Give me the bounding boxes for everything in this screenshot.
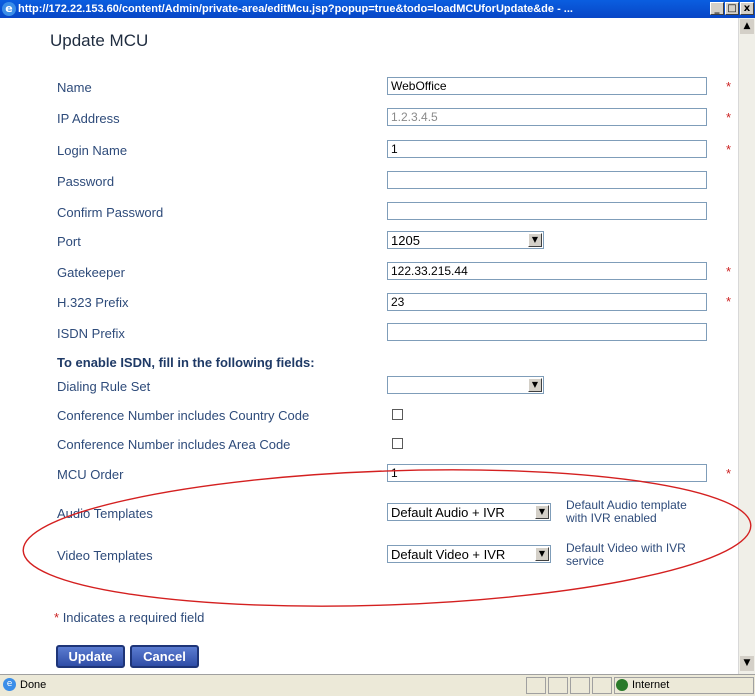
status-text: Done <box>20 679 47 691</box>
chevron-down-icon[interactable]: ▼ <box>528 233 542 247</box>
ip-required-marker: * <box>726 110 732 125</box>
close-button[interactable]: x <box>740 2 754 15</box>
minimize-button[interactable]: _ <box>710 2 724 15</box>
chevron-down-icon[interactable]: ▼ <box>535 547 549 561</box>
password-input[interactable] <box>387 171 707 189</box>
status-pane <box>592 677 612 694</box>
isdn-prefix-input[interactable] <box>387 323 707 341</box>
port-value: 1205 <box>391 233 420 248</box>
ie-icon: e <box>2 2 16 16</box>
scroll-down-icon[interactable]: ▼ <box>740 656 754 671</box>
audio-templates-description: Default Audio template with IVR enabled <box>566 499 687 525</box>
login-name-input[interactable]: 1 <box>387 140 707 158</box>
window-titlebar[interactable]: e http://172.22.153.60/content/Admin/pri… <box>0 0 755 18</box>
security-zone-text: Internet <box>632 679 670 691</box>
dialing-rule-label: Dialing Rule Set <box>57 379 151 394</box>
country-code-label: Conference Number includes Country Code <box>57 408 310 423</box>
isdn-section-heading: To enable ISDN, fill in the following fi… <box>57 355 315 370</box>
port-label: Port <box>57 234 81 249</box>
port-select[interactable]: 1205 ▼ <box>387 231 544 249</box>
gatekeeper-required-marker: * <box>726 264 732 279</box>
gatekeeper-label: Gatekeeper <box>57 265 125 280</box>
h323-prefix-label: H.323 Prefix <box>57 295 129 310</box>
ip-address-label: IP Address <box>57 111 120 126</box>
h323-prefix-input[interactable]: 23 <box>387 293 707 311</box>
audio-templates-label: Audio Templates <box>57 506 153 521</box>
cancel-button[interactable]: Cancel <box>130 645 199 668</box>
scroll-up-icon[interactable]: ▲ <box>740 19 754 34</box>
login-required-marker: * <box>726 142 732 157</box>
password-label: Password <box>57 174 115 189</box>
vertical-scrollbar[interactable]: ▲ ▼ <box>738 18 755 674</box>
required-note-text: Indicates a required field <box>62 610 205 625</box>
status-pane <box>548 677 568 694</box>
name-label: Name <box>57 80 92 95</box>
ip-address-input[interactable]: 1.2.3.4.5 <box>387 108 707 126</box>
window-title: http://172.22.153.60/content/Admin/priva… <box>18 3 573 15</box>
video-templates-value: Default Video + IVR <box>391 547 506 562</box>
confirm-password-label: Confirm Password <box>57 205 164 220</box>
isdn-prefix-label: ISDN Prefix <box>57 326 125 341</box>
name-required-marker: * <box>726 79 732 94</box>
status-bar: e Done Internet <box>0 674 755 696</box>
chevron-down-icon[interactable]: ▼ <box>535 505 549 519</box>
area-code-label: Conference Number includes Area Code <box>57 437 291 452</box>
required-star: * <box>54 610 60 625</box>
audio-templates-value: Default Audio + IVR <box>391 505 505 520</box>
update-button[interactable]: Update <box>56 645 125 668</box>
gatekeeper-input[interactable]: 122.33.215.44 <box>387 262 707 280</box>
video-templates-label: Video Templates <box>57 548 153 563</box>
country-code-checkbox[interactable] <box>392 409 403 420</box>
status-pane <box>570 677 590 694</box>
annotation-ellipse <box>22 469 752 607</box>
h323-required-marker: * <box>726 294 732 309</box>
required-field-note: * Indicates a required field <box>54 610 204 625</box>
video-desc-line2: service <box>566 554 605 568</box>
mcu-order-input[interactable]: 1 <box>387 464 707 482</box>
mcu-order-required-marker: * <box>726 466 732 481</box>
page-done-icon: e <box>3 678 16 691</box>
video-templates-description: Default Video with IVR service <box>566 542 686 568</box>
audio-templates-select[interactable]: Default Audio + IVR ▼ <box>387 503 551 521</box>
confirm-password-input[interactable] <box>387 202 707 220</box>
area-code-checkbox[interactable] <box>392 438 403 449</box>
video-templates-select[interactable]: Default Video + IVR ▼ <box>387 545 551 563</box>
page-title: Update MCU <box>50 31 149 50</box>
mcu-order-label: MCU Order <box>57 467 124 482</box>
name-input[interactable]: WebOffice <box>387 77 707 95</box>
maximize-button[interactable]: □ <box>725 2 739 15</box>
chevron-down-icon[interactable]: ▼ <box>528 378 542 392</box>
internet-zone-icon <box>616 679 628 691</box>
audio-desc-line2: with IVR enabled <box>566 511 657 525</box>
login-name-label: Login Name <box>57 143 128 158</box>
dialing-rule-select[interactable]: ▼ <box>387 376 544 394</box>
status-pane <box>526 677 546 694</box>
